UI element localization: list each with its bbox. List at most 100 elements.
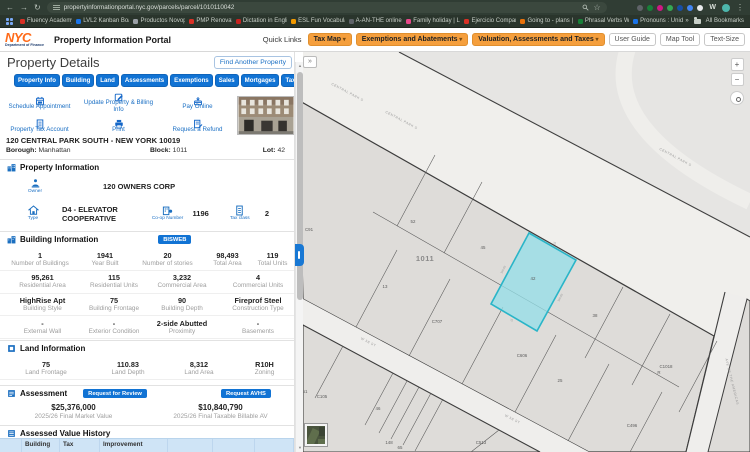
extension-icon[interactable]	[687, 5, 693, 11]
street-view-photo[interactable]	[237, 96, 295, 135]
bookmark-item[interactable]: ESL Fun Vocabulary...	[289, 17, 345, 25]
extension-icon[interactable]	[697, 5, 703, 11]
avatar[interactable]	[722, 4, 730, 12]
site-settings-icon[interactable]	[53, 5, 60, 10]
user-guide-button[interactable]: User Guide	[609, 33, 656, 46]
section-heading: Assessed Value History	[20, 429, 110, 438]
history-column-header[interactable]: Building	[22, 439, 60, 452]
bookmark-item[interactable]: Productos Novopay...	[131, 17, 185, 25]
extension-icon[interactable]	[637, 5, 643, 11]
section-tabs: Property InfoBuildingLandAssessmentsExem…	[14, 74, 289, 87]
quick-link-valuation-assessments-and-taxes[interactable]: Valuation, Assessments and Taxes	[472, 33, 604, 46]
find-another-property-button[interactable]: Find Another Property	[214, 56, 292, 69]
bookmarks-overflow-icon[interactable]: »	[685, 18, 688, 24]
address-bar[interactable]: propertyinformationportal.nyc.gov/parcel…	[47, 2, 607, 13]
tax-map-canvas[interactable]: 10115245423813C91C707C60625C496C1018RC10…	[303, 52, 750, 452]
history-column-header[interactable]: Tax	[60, 439, 100, 452]
action-pay-online[interactable]: Pay Online	[158, 88, 237, 115]
tab-mortgages[interactable]: Mortgages	[241, 74, 280, 87]
tab-property-info[interactable]: Property Info	[14, 74, 60, 87]
quick-link-exemptions-and-abatements[interactable]: Exemptions and Abatements	[356, 33, 469, 46]
bookmark-label: Phrasal Verbs With...	[585, 18, 629, 24]
bookmark-favicon	[189, 19, 194, 24]
metric-value: 95,261	[0, 273, 85, 282]
lot-number-label: 42	[531, 276, 536, 281]
forward-icon[interactable]: →	[20, 4, 28, 12]
tab-sales[interactable]: Sales	[215, 74, 239, 87]
action-print[interactable]: Print	[79, 115, 158, 135]
zoom-in-button[interactable]: +	[731, 58, 744, 71]
action-request-a-refund[interactable]: Request a Refund	[158, 115, 237, 135]
action-update-property-billing-info[interactable]: Update Property & Billing Info	[79, 88, 158, 115]
action-schedule-appointment[interactable]: Schedule Appointment	[0, 88, 79, 115]
history-column-header[interactable]	[213, 439, 255, 452]
bookmark-item[interactable]: PMP Renovation	[187, 17, 232, 25]
lot-number-label: C105	[317, 394, 328, 399]
action-property-tax-account[interactable]: Property Tax Account	[0, 115, 79, 135]
lot-number-label: C707	[432, 319, 443, 324]
bookmark-item[interactable]: Pronouns : Unided...	[631, 17, 683, 25]
bookmark-favicon	[133, 19, 138, 24]
apps-grid-icon[interactable]	[6, 18, 13, 25]
locate-button[interactable]	[730, 91, 744, 105]
tax-class-icon	[234, 205, 245, 216]
panel-collapse-handle[interactable]	[295, 244, 304, 266]
tax-map[interactable]: 10115245423813C91C707C60625C496C1018RC10…	[303, 52, 750, 452]
action-label: Schedule Appointment	[9, 104, 71, 111]
bookmark-item[interactable]: Ejercicio Comparati...	[462, 17, 516, 25]
all-bookmarks-label[interactable]: All Bookmarks	[706, 18, 744, 24]
tab-exemptions[interactable]: Exemptions	[170, 74, 213, 87]
bookmark-item[interactable]: Fluency Academy L...	[18, 17, 72, 25]
metric-label: Zoning	[234, 369, 295, 377]
tab-building[interactable]: Building	[62, 74, 94, 87]
basemap-inset[interactable]	[305, 424, 327, 446]
bookmark-item[interactable]: Going to - plans | Le...	[518, 17, 573, 25]
metric-value: 1941	[80, 251, 130, 260]
metric-building-depth: 90Building Depth	[143, 296, 221, 313]
history-column-header[interactable]: Improvement	[100, 439, 168, 452]
history-column-header[interactable]	[255, 439, 294, 452]
assessment-header: Assessment Request for Review Request AV…	[0, 385, 295, 401]
bisweb-button[interactable]: BISWEB	[158, 235, 191, 244]
zoom-out-button[interactable]: −	[731, 73, 744, 86]
map-tool-button[interactable]: Map Tool	[660, 33, 700, 46]
bookmark-star-icon[interactable]: ☆	[594, 4, 601, 12]
block-value: 1011	[173, 147, 188, 154]
quick-link-tax-map[interactable]: Tax Map	[308, 33, 352, 46]
extension-icon[interactable]	[647, 5, 653, 11]
tab-assessments[interactable]: Assessments	[121, 74, 168, 87]
reload-icon[interactable]: ↻	[34, 4, 41, 12]
bookmark-items: Fluency Academy L...LVL2 Kanban Board...…	[18, 17, 683, 25]
back-icon[interactable]: ←	[6, 4, 14, 12]
tab-tax-map-history[interactable]: Tax Map History	[281, 74, 295, 87]
bookmark-item[interactable]: LVL2 Kanban Board...	[74, 17, 129, 25]
history-column-header[interactable]	[0, 439, 22, 452]
extension-icon[interactable]	[677, 5, 683, 11]
lot-number-label: 46	[376, 406, 381, 411]
extension-icon[interactable]	[657, 5, 663, 11]
tab-land[interactable]: Land	[96, 74, 119, 87]
bookmark-item[interactable]: A-AN-THE online ex...	[347, 17, 403, 25]
property-details-panel: Property Details Find Another Property P…	[0, 52, 295, 452]
extension-icon[interactable]	[667, 5, 673, 11]
request-for-review-button[interactable]: Request for Review	[83, 389, 147, 398]
request-avhs-button[interactable]: Request AVHS	[221, 389, 271, 398]
panel-expand-button[interactable]: »	[303, 56, 317, 68]
property-address: 120 CENTRAL PARK SOUTH - NEW YORK 10019	[6, 136, 180, 145]
bookmark-favicon	[291, 19, 296, 24]
metric-residential-area: 95,261Residential Area	[0, 273, 85, 290]
metric-label: Basements	[221, 328, 295, 336]
metric-label: Land Area	[164, 369, 234, 377]
search-icon[interactable]	[582, 4, 589, 11]
bookmark-item[interactable]: Family holiday | Lear...	[404, 17, 460, 25]
profile-initial[interactable]: W	[709, 4, 716, 11]
bookmark-item[interactable]: Dictation in English...	[234, 17, 287, 25]
text-size-button[interactable]: Text-Size	[704, 33, 745, 46]
browser-menu-icon[interactable]: ⋮	[736, 4, 744, 12]
metric-row: 1Number of Buildings1941Year Built20Numb…	[0, 248, 295, 271]
nyc-dof-logo[interactable]: NYC Department of Finance	[5, 31, 44, 48]
metric-zoning: R10HZoning	[234, 360, 295, 377]
metric-row: -External Wall-Exterior Condition2-side …	[0, 316, 295, 339]
history-column-header[interactable]	[168, 439, 213, 452]
bookmark-item[interactable]: Phrasal Verbs With...	[576, 17, 629, 25]
